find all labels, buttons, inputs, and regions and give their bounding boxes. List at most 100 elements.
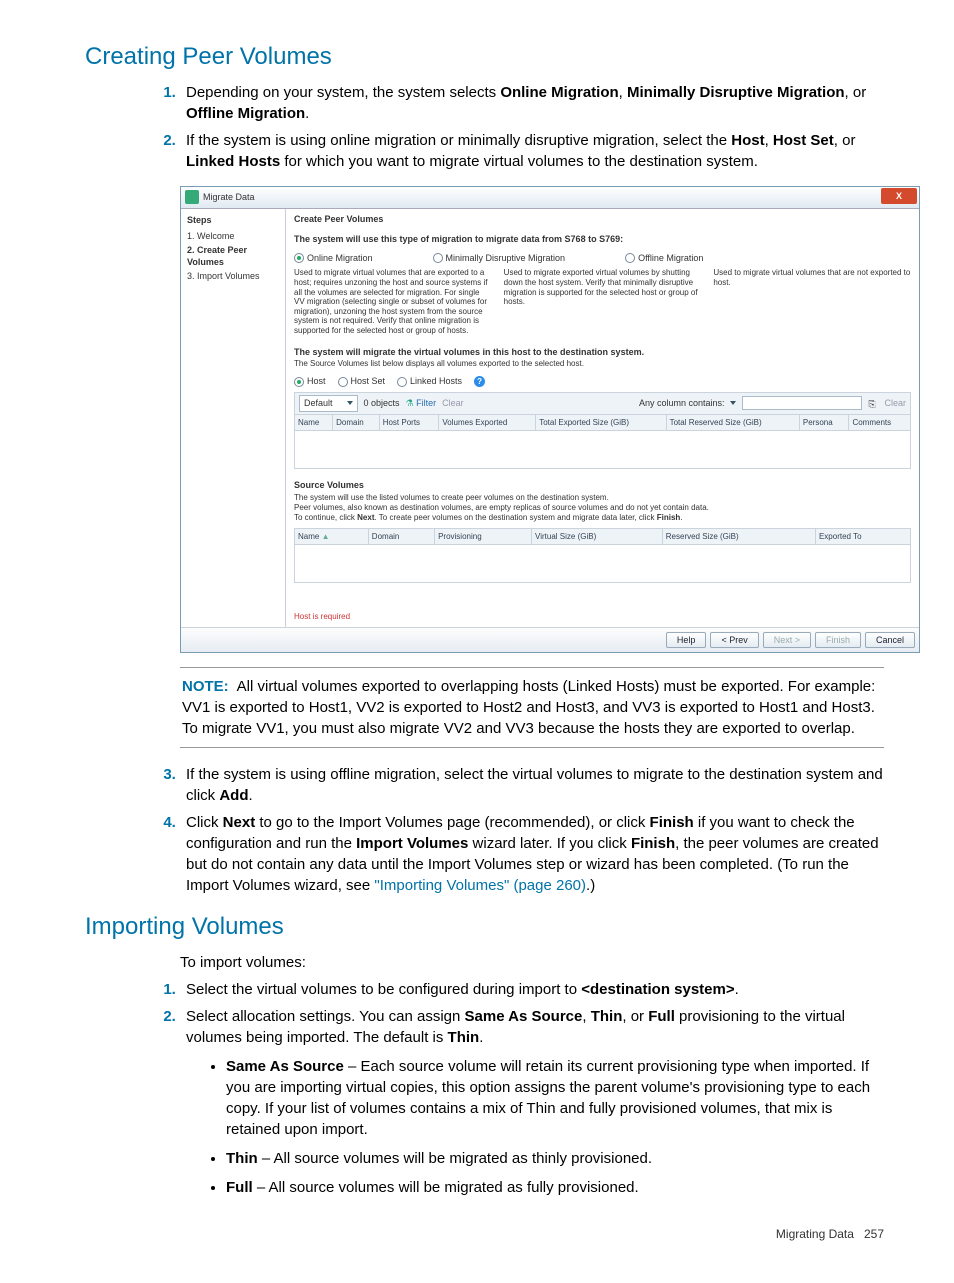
text: wizard later. If you click <box>468 835 631 852</box>
bold: Full <box>648 1008 675 1025</box>
text: . <box>735 981 739 998</box>
link-importing-volumes[interactable]: "Importing Volumes" (page 260) <box>374 877 586 894</box>
domain-dropdown[interactable]: Default <box>299 395 358 412</box>
clear-link-2[interactable]: Clear <box>884 397 906 410</box>
desc-online: Used to migrate virtual volumes that are… <box>294 268 492 335</box>
step-2: If the system is using online migration … <box>180 130 884 172</box>
col-rsize[interactable]: Reserved Size (GiB) <box>662 529 815 545</box>
radio-host[interactable]: Host <box>294 375 326 388</box>
help-icon[interactable]: ? <box>474 376 485 387</box>
step-4: Click Next to go to the Import Volumes p… <box>180 812 884 896</box>
text: for which you want to migrate virtual vo… <box>280 153 758 170</box>
note-block: NOTE:All virtual volumes exported to ove… <box>180 667 884 748</box>
page-number: 257 <box>864 1227 884 1241</box>
bullet-thin: Thin – All source volumes will be migrat… <box>226 1148 884 1169</box>
text: to go to the Import Volumes page (recomm… <box>255 814 649 831</box>
provisioning-bullets: Same As Source – Each source volume will… <box>226 1056 884 1198</box>
col-host-ports[interactable]: Host Ports <box>379 414 439 430</box>
bold: Finish <box>650 814 694 831</box>
sort-asc-icon: ▲ <box>322 532 330 541</box>
bold: <destination system> <box>581 981 734 998</box>
radio-icon <box>625 253 635 263</box>
radio-icon <box>433 253 443 263</box>
text: , or <box>845 84 867 101</box>
col-comments[interactable]: Comments <box>849 414 911 430</box>
filter-link[interactable]: ⚗ Filter <box>406 397 437 410</box>
copy-icon[interactable]: ⎘ <box>868 398 878 408</box>
text: Select allocation settings. You can assi… <box>186 1008 465 1025</box>
radio-label: Linked Hosts <box>410 375 462 388</box>
text: Click <box>186 814 223 831</box>
prev-button[interactable]: < Prev <box>710 632 758 649</box>
col-total-reserved[interactable]: Total Reserved Size (GiB) <box>666 414 799 430</box>
col-domain[interactable]: Domain <box>368 529 434 545</box>
panel-title: Create Peer Volumes <box>294 213 911 226</box>
text: . To create peer volumes on the destinat… <box>374 513 656 522</box>
radio-online-migration[interactable]: Online Migration <box>294 252 373 265</box>
bold: Import Volumes <box>356 835 468 852</box>
bold: Finish <box>631 835 675 852</box>
radio-label: Host <box>307 375 326 388</box>
sidebar-step-welcome[interactable]: 1. Welcome <box>187 230 279 243</box>
col-vol-exported[interactable]: Volumes Exported <box>439 414 536 430</box>
wizard-screenshot: Migrate Data X Steps 1. Welcome 2. Creat… <box>180 186 920 654</box>
col-name[interactable]: Name <box>295 414 333 430</box>
radio-linked-hosts[interactable]: Linked Hosts <box>397 375 462 388</box>
radio-minimally-disruptive[interactable]: Minimally Disruptive Migration <box>433 252 566 265</box>
empty-row <box>295 430 911 468</box>
step-1: Depending on your system, the system sel… <box>180 82 884 124</box>
radio-icon <box>338 377 348 387</box>
migration-host-line1: The system will migrate the virtual volu… <box>294 346 911 359</box>
source-volumes-header: Source Volumes <box>294 479 911 492</box>
dropdown-value: Default <box>304 397 333 410</box>
bold: Offline Migration <box>186 105 305 122</box>
sidebar-step-create-peer[interactable]: 2. Create Peer Volumes <box>187 244 279 269</box>
step-3: If the system is using offline migration… <box>180 764 884 806</box>
col-exported-to[interactable]: Exported To <box>815 529 910 545</box>
col-name[interactable]: Name ▲ <box>295 529 369 545</box>
bold: Next <box>223 814 256 831</box>
radio-label: Host Set <box>351 375 386 388</box>
heading-importing-volumes: Importing Volumes <box>85 910 884 944</box>
close-button[interactable]: X <box>881 188 917 204</box>
sidebar-header: Steps <box>187 214 279 227</box>
col-vsize[interactable]: Virtual Size (GiB) <box>532 529 663 545</box>
wizard-steps-sidebar: Steps 1. Welcome 2. Create Peer Volumes … <box>181 209 286 627</box>
radio-icon <box>294 377 304 387</box>
sidebar-step-import[interactable]: 3. Import Volumes <box>187 270 279 283</box>
desc-mdm: Used to migrate exported virtual volumes… <box>504 268 702 335</box>
link-label: Clear <box>442 398 464 408</box>
radio-offline-migration[interactable]: Offline Migration <box>625 252 703 265</box>
page-footer: Migrating Data 257 <box>85 1226 884 1243</box>
text: , <box>582 1008 590 1025</box>
chevron-down-icon <box>347 401 353 405</box>
wizard-main-panel: Create Peer Volumes The system will use … <box>286 209 919 627</box>
empty-row <box>295 545 911 583</box>
radio-host-set[interactable]: Host Set <box>338 375 386 388</box>
note-body: All virtual volumes exported to overlapp… <box>182 678 875 737</box>
radio-label: Minimally Disruptive Migration <box>446 252 566 265</box>
col-domain[interactable]: Domain <box>333 414 380 430</box>
anycol-label: Any column contains: <box>639 397 725 410</box>
cancel-button[interactable]: Cancel <box>865 632 915 649</box>
clear-link[interactable]: Clear <box>442 397 464 410</box>
next-button[interactable]: Next > <box>763 632 811 649</box>
objects-count: 0 objects <box>364 397 400 410</box>
steps-list-creating-cont: If the system is using offline migration… <box>85 764 884 896</box>
text: The system will use the listed volumes t… <box>294 493 609 502</box>
text: , <box>765 132 773 149</box>
bold: Same As Source <box>226 1058 344 1075</box>
import-step-2: Select allocation settings. You can assi… <box>180 1006 884 1198</box>
text: If the system is using offline migration… <box>186 766 883 804</box>
radio-label: Offline Migration <box>638 252 703 265</box>
filter-input[interactable] <box>742 396 862 410</box>
chevron-down-icon[interactable] <box>730 401 736 405</box>
col-total-exported[interactable]: Total Exported Size (GiB) <box>536 414 666 430</box>
col-persona[interactable]: Persona <box>799 414 849 430</box>
text: . <box>249 787 253 804</box>
help-button[interactable]: Help <box>666 632 707 649</box>
col-provisioning[interactable]: Provisioning <box>435 529 532 545</box>
bold: Linked Hosts <box>186 153 280 170</box>
finish-button[interactable]: Finish <box>815 632 861 649</box>
text: – All source volumes will be migrated as… <box>253 1179 639 1196</box>
